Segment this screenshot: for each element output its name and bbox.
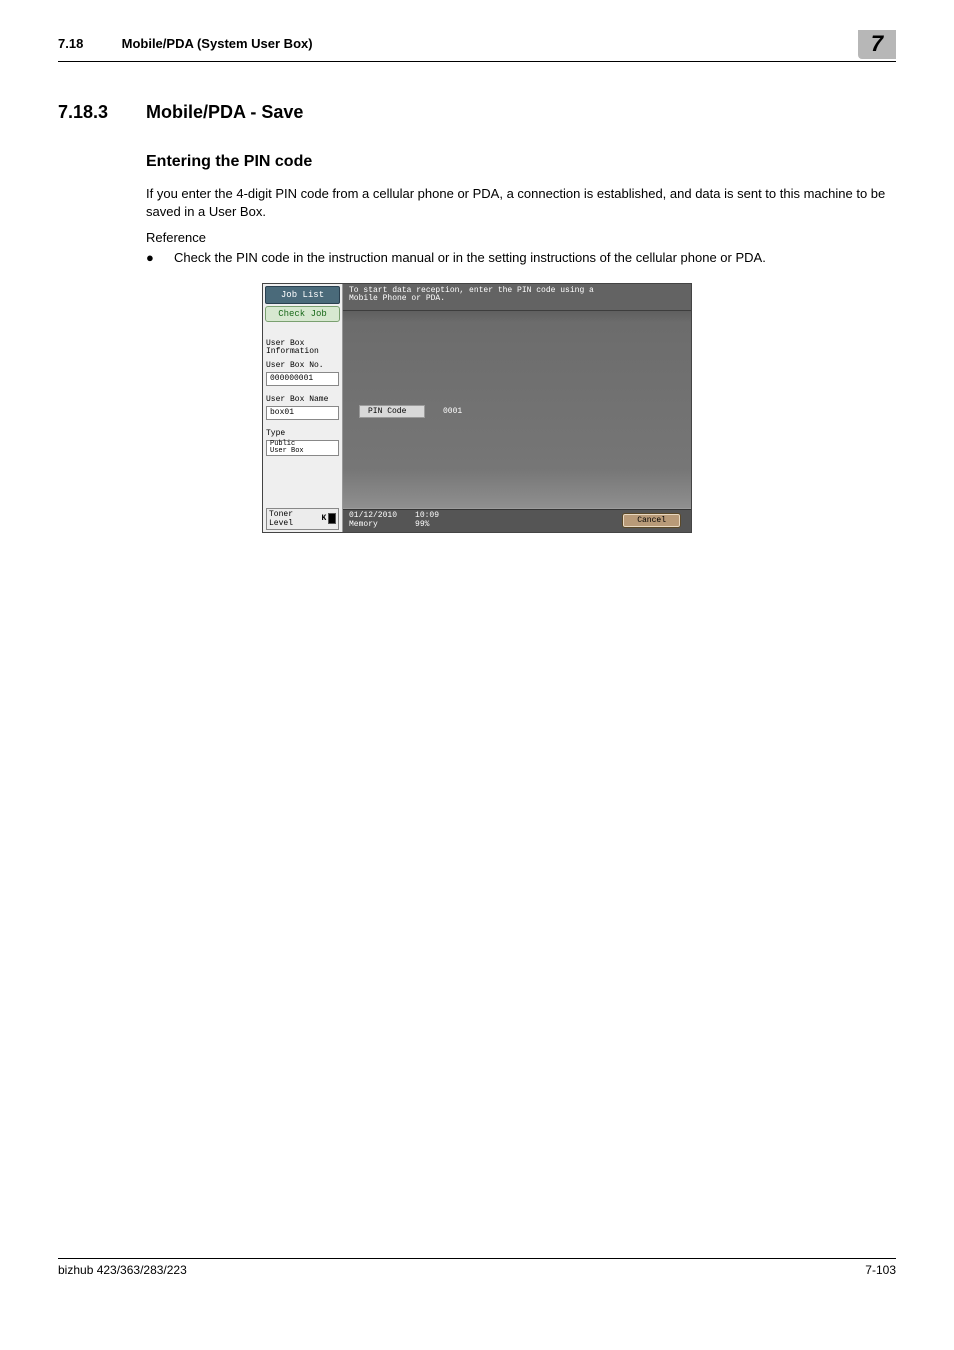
cancel-button[interactable]: Cancel	[622, 513, 681, 528]
toner-k-icon: K	[321, 514, 326, 523]
page-header: 7.18 Mobile/PDA (System User Box) 7	[58, 30, 896, 62]
bullet-item: ● Check the PIN code in the instruction …	[146, 249, 896, 267]
device-screenshot: Job List Check Job User Box Information …	[262, 283, 692, 533]
type-value: Public User Box	[266, 440, 339, 456]
footer-memory-label: Memory	[349, 521, 397, 530]
job-list-tab[interactable]: Job List	[265, 286, 340, 304]
pin-code-label: PIN Code	[359, 405, 425, 418]
chapter-tab: 7	[858, 30, 896, 59]
footer-product: bizhub 423/363/283/223	[58, 1263, 187, 1277]
footer-memory-value: 99%	[415, 521, 439, 530]
paragraph: If you enter the 4-digit PIN code from a…	[146, 185, 896, 220]
type-label: Type	[266, 430, 339, 439]
heading-2: 7.18.3 Mobile/PDA - Save	[58, 102, 896, 123]
footer-page-number: 7-103	[865, 1263, 896, 1277]
screenshot-left-panel: Job List Check Job User Box Information …	[263, 284, 343, 532]
screenshot-main-panel: To start data reception, enter the PIN c…	[343, 284, 691, 532]
userbox-info-label: User Box Information	[266, 340, 339, 358]
page-footer: bizhub 423/363/283/223 7-103	[58, 1258, 896, 1277]
userbox-name-value: box01	[266, 406, 339, 420]
toner-level: Toner Level K	[266, 508, 339, 530]
toner-label: Toner Level	[269, 510, 319, 528]
userbox-no-label: User Box No.	[266, 362, 339, 371]
bullet-text: Check the PIN code in the instruction ma…	[174, 249, 766, 267]
header-section-number: 7.18	[58, 36, 118, 51]
pin-code-value: 0001	[443, 407, 462, 416]
main-area: PIN Code 0001	[343, 310, 691, 510]
bullet-icon: ●	[146, 249, 174, 267]
header-left: 7.18 Mobile/PDA (System User Box)	[58, 30, 313, 51]
header-section-title: Mobile/PDA (System User Box)	[122, 36, 313, 51]
check-job-button[interactable]: Check Job	[265, 306, 340, 322]
heading-2-number: 7.18.3	[58, 102, 146, 123]
userbox-no-value: 000000001	[266, 372, 339, 386]
toner-bar-icon	[328, 513, 336, 524]
reference-label: Reference	[146, 230, 896, 245]
heading-3: Entering the PIN code	[146, 153, 896, 171]
screenshot-footer: 01/12/2010 Memory 10:09 99% Cancel	[343, 509, 691, 532]
heading-2-text: Mobile/PDA - Save	[146, 102, 303, 123]
instruction-message: To start data reception, enter the PIN c…	[349, 287, 594, 305]
userbox-name-label: User Box Name	[266, 396, 339, 405]
